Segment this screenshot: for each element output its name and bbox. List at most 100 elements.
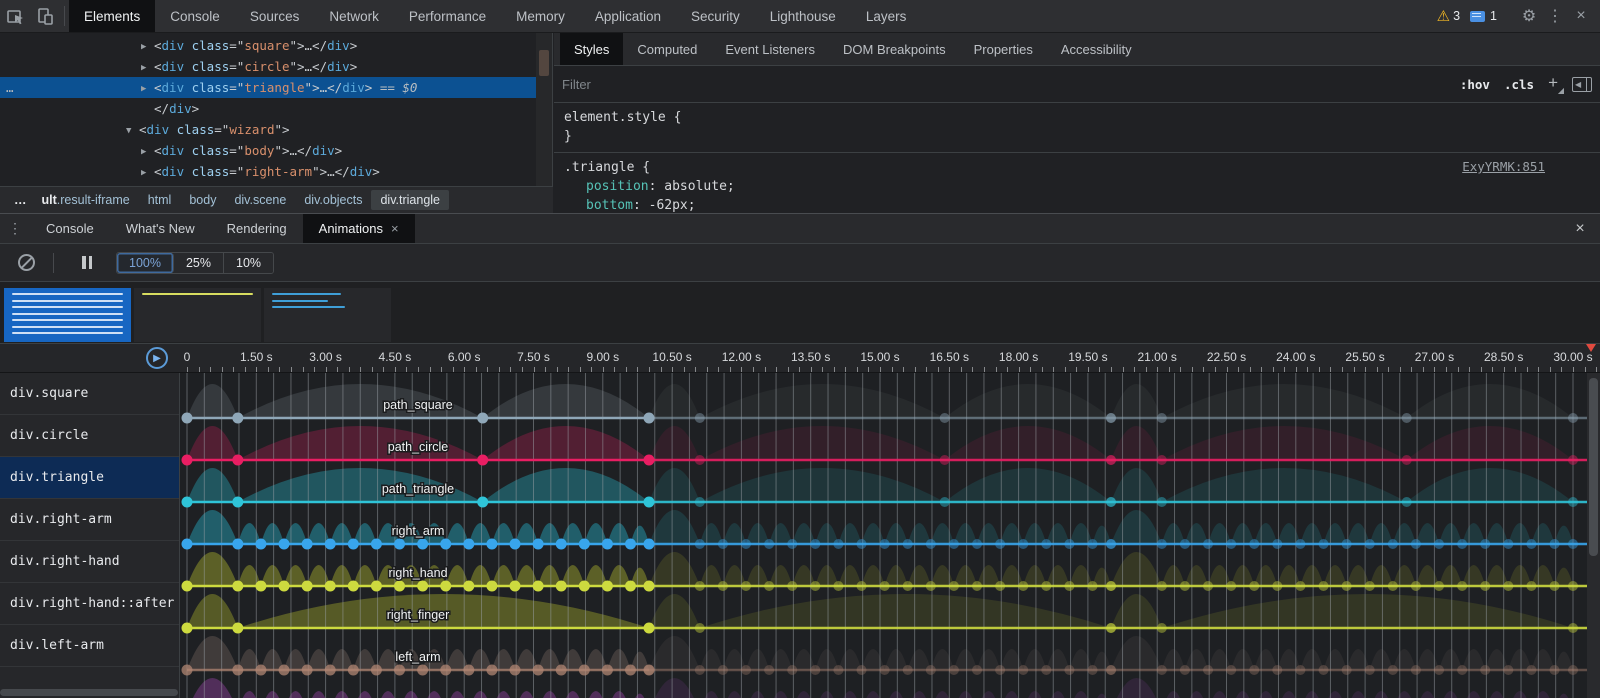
animation-row-div-square[interactable]: div.square — [0, 373, 179, 415]
sidebar-pane-toggle-icon[interactable]: ◀ — [1572, 77, 1592, 92]
dom-token: ">…</ — [312, 164, 350, 179]
breadcrumb-item-html[interactable]: html — [139, 190, 181, 210]
timeline-vertical-scrollbar[interactable] — [1587, 373, 1600, 698]
close-drawer-icon[interactable]: × — [1560, 214, 1600, 243]
rule-selector[interactable]: element.style { — [564, 108, 1590, 127]
dom-node-line[interactable]: ▶<div class="circle">…</div> — [0, 56, 537, 77]
breadcrumb-item-div-triangle[interactable]: div.triangle — [371, 190, 449, 210]
tab-application[interactable]: Application — [580, 0, 676, 32]
settings-gear-icon[interactable]: ⚙ — [1516, 6, 1542, 26]
style-source-link[interactable]: ExyYRMK:851 — [1462, 159, 1545, 174]
css-property-position[interactable]: position: absolute; — [564, 177, 1590, 196]
tab-styles[interactable]: Styles — [560, 33, 623, 65]
style-rule-element-style: element.style {} — [554, 103, 1600, 153]
elements-scrollbar[interactable] — [536, 33, 552, 186]
animation-row-div-right-arm[interactable]: div.right-arm — [0, 499, 179, 541]
ruler-label: 0 — [184, 350, 191, 364]
inspect-element-icon[interactable] — [0, 0, 30, 32]
expand-arrow-icon[interactable]: ▶ — [141, 79, 154, 100]
animation-group-preview-1[interactable] — [4, 288, 131, 342]
message-count[interactable]: 1 — [1490, 9, 1497, 23]
tab-lighthouse[interactable]: Lighthouse — [755, 0, 851, 32]
device-toolbar-icon[interactable] — [30, 0, 60, 32]
close-devtools-icon[interactable]: × — [1568, 7, 1594, 25]
animation-row-div-right-hand[interactable]: div.right-hand — [0, 541, 179, 583]
tab-properties[interactable]: Properties — [960, 33, 1047, 65]
ruler-tick — [187, 367, 188, 372]
tab-accessibility[interactable]: Accessibility — [1047, 33, 1146, 65]
ruler-tick — [1180, 367, 1181, 372]
dom-node-line[interactable]: …▶<div class="triangle">…</div> == $0 — [0, 77, 537, 98]
breadcrumb-overflow[interactable]: … — [8, 190, 33, 210]
drawer-tab-animations[interactable]: Animations× — [303, 214, 415, 243]
drawer-tab-console[interactable]: Console — [30, 214, 110, 243]
animation-group-preview-3[interactable] — [264, 288, 391, 342]
toggle-hover-state[interactable]: :hov — [1460, 77, 1490, 92]
ruler-tick — [868, 367, 869, 372]
scrollbar-thumb[interactable] — [539, 50, 549, 76]
tab-layers[interactable]: Layers — [851, 0, 922, 32]
playback-rate-25[interactable]: 25% — [174, 253, 224, 273]
node-overflow-dots[interactable]: … — [6, 77, 15, 98]
tab-elements[interactable]: Elements — [69, 0, 155, 32]
expand-arrow-icon[interactable]: ▶ — [141, 163, 154, 184]
ruler-tick — [1203, 367, 1204, 372]
more-options-icon[interactable]: ⋮ — [1542, 6, 1568, 26]
tab-performance[interactable]: Performance — [394, 0, 501, 32]
dom-token: div — [342, 80, 365, 95]
tab-event-listeners[interactable]: Event Listeners — [711, 33, 829, 65]
animation-row-div-circle[interactable]: div.circle — [0, 415, 179, 457]
expand-arrow-icon[interactable]: ▼ — [126, 121, 139, 142]
tab-memory[interactable]: Memory — [501, 0, 580, 32]
scrollbar-thumb[interactable] — [1589, 378, 1598, 556]
animation-row-div-right-hand-after[interactable]: div.right-hand::after — [0, 583, 179, 625]
tab-console[interactable]: Console — [155, 0, 235, 32]
new-style-rule-button[interactable]: +◢ — [1548, 73, 1558, 93]
breadcrumb-item-div-objects[interactable]: div.objects — [295, 190, 371, 210]
breadcrumb-item-ult-result-iframe[interactable]: ult.result-iframe — [33, 190, 139, 210]
dom-token: class — [184, 59, 229, 74]
tab-security[interactable]: Security — [676, 0, 755, 32]
animation-group-preview-2[interactable] — [134, 288, 261, 342]
tab-dom-breakpoints[interactable]: DOM Breakpoints — [829, 33, 960, 65]
drawer-more-icon[interactable]: ⋮ — [0, 214, 30, 243]
playback-rate-100[interactable]: 100% — [117, 253, 174, 273]
toggle-element-classes[interactable]: .cls — [1504, 77, 1534, 92]
tab-sources[interactable]: Sources — [235, 0, 315, 32]
dom-node-line[interactable]: ▶<div class="right-arm">…</div> — [0, 161, 537, 182]
expand-arrow-icon[interactable]: ▶ — [141, 142, 154, 163]
playback-rate-10[interactable]: 10% — [224, 253, 273, 273]
warning-count[interactable]: 3 — [1453, 9, 1460, 23]
breadcrumb-item-div-scene[interactable]: div.scene — [225, 190, 295, 210]
dom-node-line[interactable]: </div> — [0, 98, 537, 119]
dom-node-line[interactable]: ▶<div class="body">…</div> — [0, 140, 537, 161]
preview-line — [12, 313, 123, 315]
clear-all-icon[interactable] — [18, 254, 35, 271]
rule-selector[interactable]: .triangle { — [564, 158, 1590, 177]
animation-row-div-triangle[interactable]: div.triangle — [0, 457, 179, 499]
pause-all-button[interactable] — [76, 256, 98, 269]
close-tab-icon[interactable]: × — [391, 221, 399, 236]
ruler-tick — [534, 367, 535, 372]
ruler-tick — [326, 367, 327, 372]
warning-icon[interactable]: ⚠ — [1437, 7, 1450, 25]
console-message-icon[interactable] — [1470, 11, 1485, 22]
ruler-tick — [303, 367, 304, 372]
drawer-tab-what-s-new[interactable]: What's New — [110, 214, 211, 243]
ruler-label: 27.00 s — [1415, 350, 1454, 364]
styles-filter-input[interactable] — [562, 77, 882, 92]
drawer-tab-rendering[interactable]: Rendering — [211, 214, 303, 243]
timeline-horizontal-scrollbar[interactable] — [0, 689, 178, 696]
expand-arrow-icon[interactable]: ▶ — [141, 58, 154, 79]
tab-computed[interactable]: Computed — [623, 33, 711, 65]
tab-network[interactable]: Network — [314, 0, 394, 32]
dom-token: =" — [229, 59, 244, 74]
breadcrumb-item-body[interactable]: body — [180, 190, 225, 210]
expand-arrow-icon[interactable]: ▶ — [141, 37, 154, 58]
animation-row-div-left-arm[interactable]: div.left-arm — [0, 625, 179, 667]
animation-timeline-canvas[interactable]: path_squarepath_circlepath_triangleright… — [180, 373, 1600, 698]
ruler-label: 24.00 s — [1276, 350, 1315, 364]
dom-node-line[interactable]: ▼<div class="wizard"> — [0, 119, 537, 140]
replay-animation-button[interactable]: ▶ — [146, 347, 168, 369]
dom-node-line[interactable]: ▶<div class="square">…</div> — [0, 35, 537, 56]
